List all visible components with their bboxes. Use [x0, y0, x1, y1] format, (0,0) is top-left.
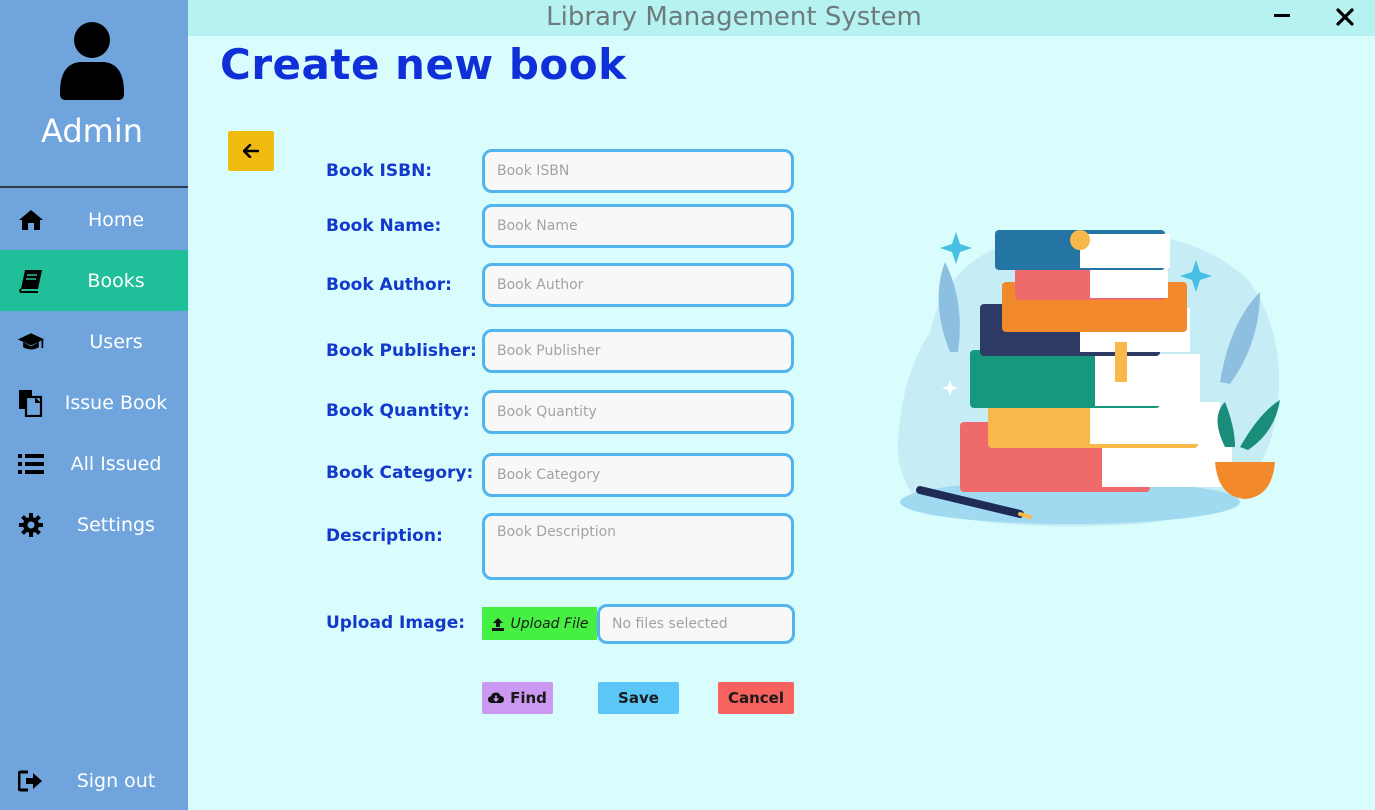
category-input[interactable] [482, 453, 794, 497]
home-icon [17, 206, 45, 234]
user-role-label: Admin [41, 112, 143, 150]
cancel-button[interactable]: Cancel [718, 682, 794, 714]
back-button[interactable] [228, 131, 274, 171]
sidebar-item-label: All Issued [70, 452, 162, 475]
sidebar-item-home[interactable]: Home [0, 189, 188, 250]
category-label: Book Category: [326, 463, 474, 483]
upload-image-label: Upload Image: [326, 613, 466, 633]
find-label: Find [510, 689, 547, 707]
publisher-label: Book Publisher: [326, 341, 477, 361]
sidebar-item-label: Settings [77, 513, 155, 536]
sidebar-item-label: Issue Book [64, 391, 168, 414]
graduation-cap-icon [17, 328, 45, 356]
sidebar-item-label: Books [87, 269, 145, 292]
author-input[interactable] [482, 263, 794, 307]
isbn-label: Book ISBN: [326, 161, 433, 181]
quantity-input[interactable] [482, 390, 794, 434]
sidebar-item-label: Users [89, 330, 143, 353]
sidebar-item-settings[interactable]: Settings [0, 494, 188, 555]
sidebar-divider [0, 186, 188, 188]
sidebar-item-label: Home [87, 208, 145, 231]
book-stack-illustration [898, 230, 1280, 527]
upload-file-label: Upload File [510, 615, 589, 632]
gear-icon [17, 511, 45, 539]
find-button[interactable]: Find [482, 682, 553, 714]
upload-icon [491, 617, 504, 631]
sidebar-item-users[interactable]: Users [0, 311, 188, 372]
description-textarea[interactable] [482, 513, 794, 580]
window-title: Library Management System [546, 2, 922, 32]
file-status-field: No files selected [597, 604, 795, 644]
publisher-input[interactable] [482, 329, 794, 373]
list-icon [17, 450, 45, 478]
quantity-label: Book Quantity: [326, 401, 470, 421]
page-title: Create new book [220, 40, 627, 89]
description-label: Description: [326, 526, 443, 546]
save-button[interactable]: Save [598, 682, 679, 714]
sign-out-icon [17, 767, 45, 795]
arrow-left-icon [243, 144, 259, 158]
isbn-input[interactable] [482, 149, 794, 193]
title-bar: Library Management System [188, 0, 1375, 36]
author-label: Book Author: [326, 275, 452, 295]
book-name-label: Book Name: [326, 216, 442, 236]
copy-icon [17, 389, 45, 417]
book-name-input[interactable] [482, 204, 794, 248]
book-icon [17, 267, 45, 295]
sign-out-label: Sign out [76, 769, 156, 792]
user-avatar-icon [60, 22, 124, 100]
sidebar: Admin Home Books Users Issue Book All Is… [0, 0, 188, 810]
sidebar-item-all-issued[interactable]: All Issued [0, 433, 188, 494]
sidebar-item-issue-book[interactable]: Issue Book [0, 372, 188, 433]
cloud-download-icon [488, 692, 505, 703]
close-icon[interactable] [1332, 4, 1358, 30]
upload-file-button[interactable]: Upload File [482, 607, 597, 640]
minimize-button[interactable] [1274, 14, 1290, 17]
sign-out-button[interactable]: Sign out [0, 750, 188, 810]
sidebar-item-books[interactable]: Books [0, 250, 188, 311]
